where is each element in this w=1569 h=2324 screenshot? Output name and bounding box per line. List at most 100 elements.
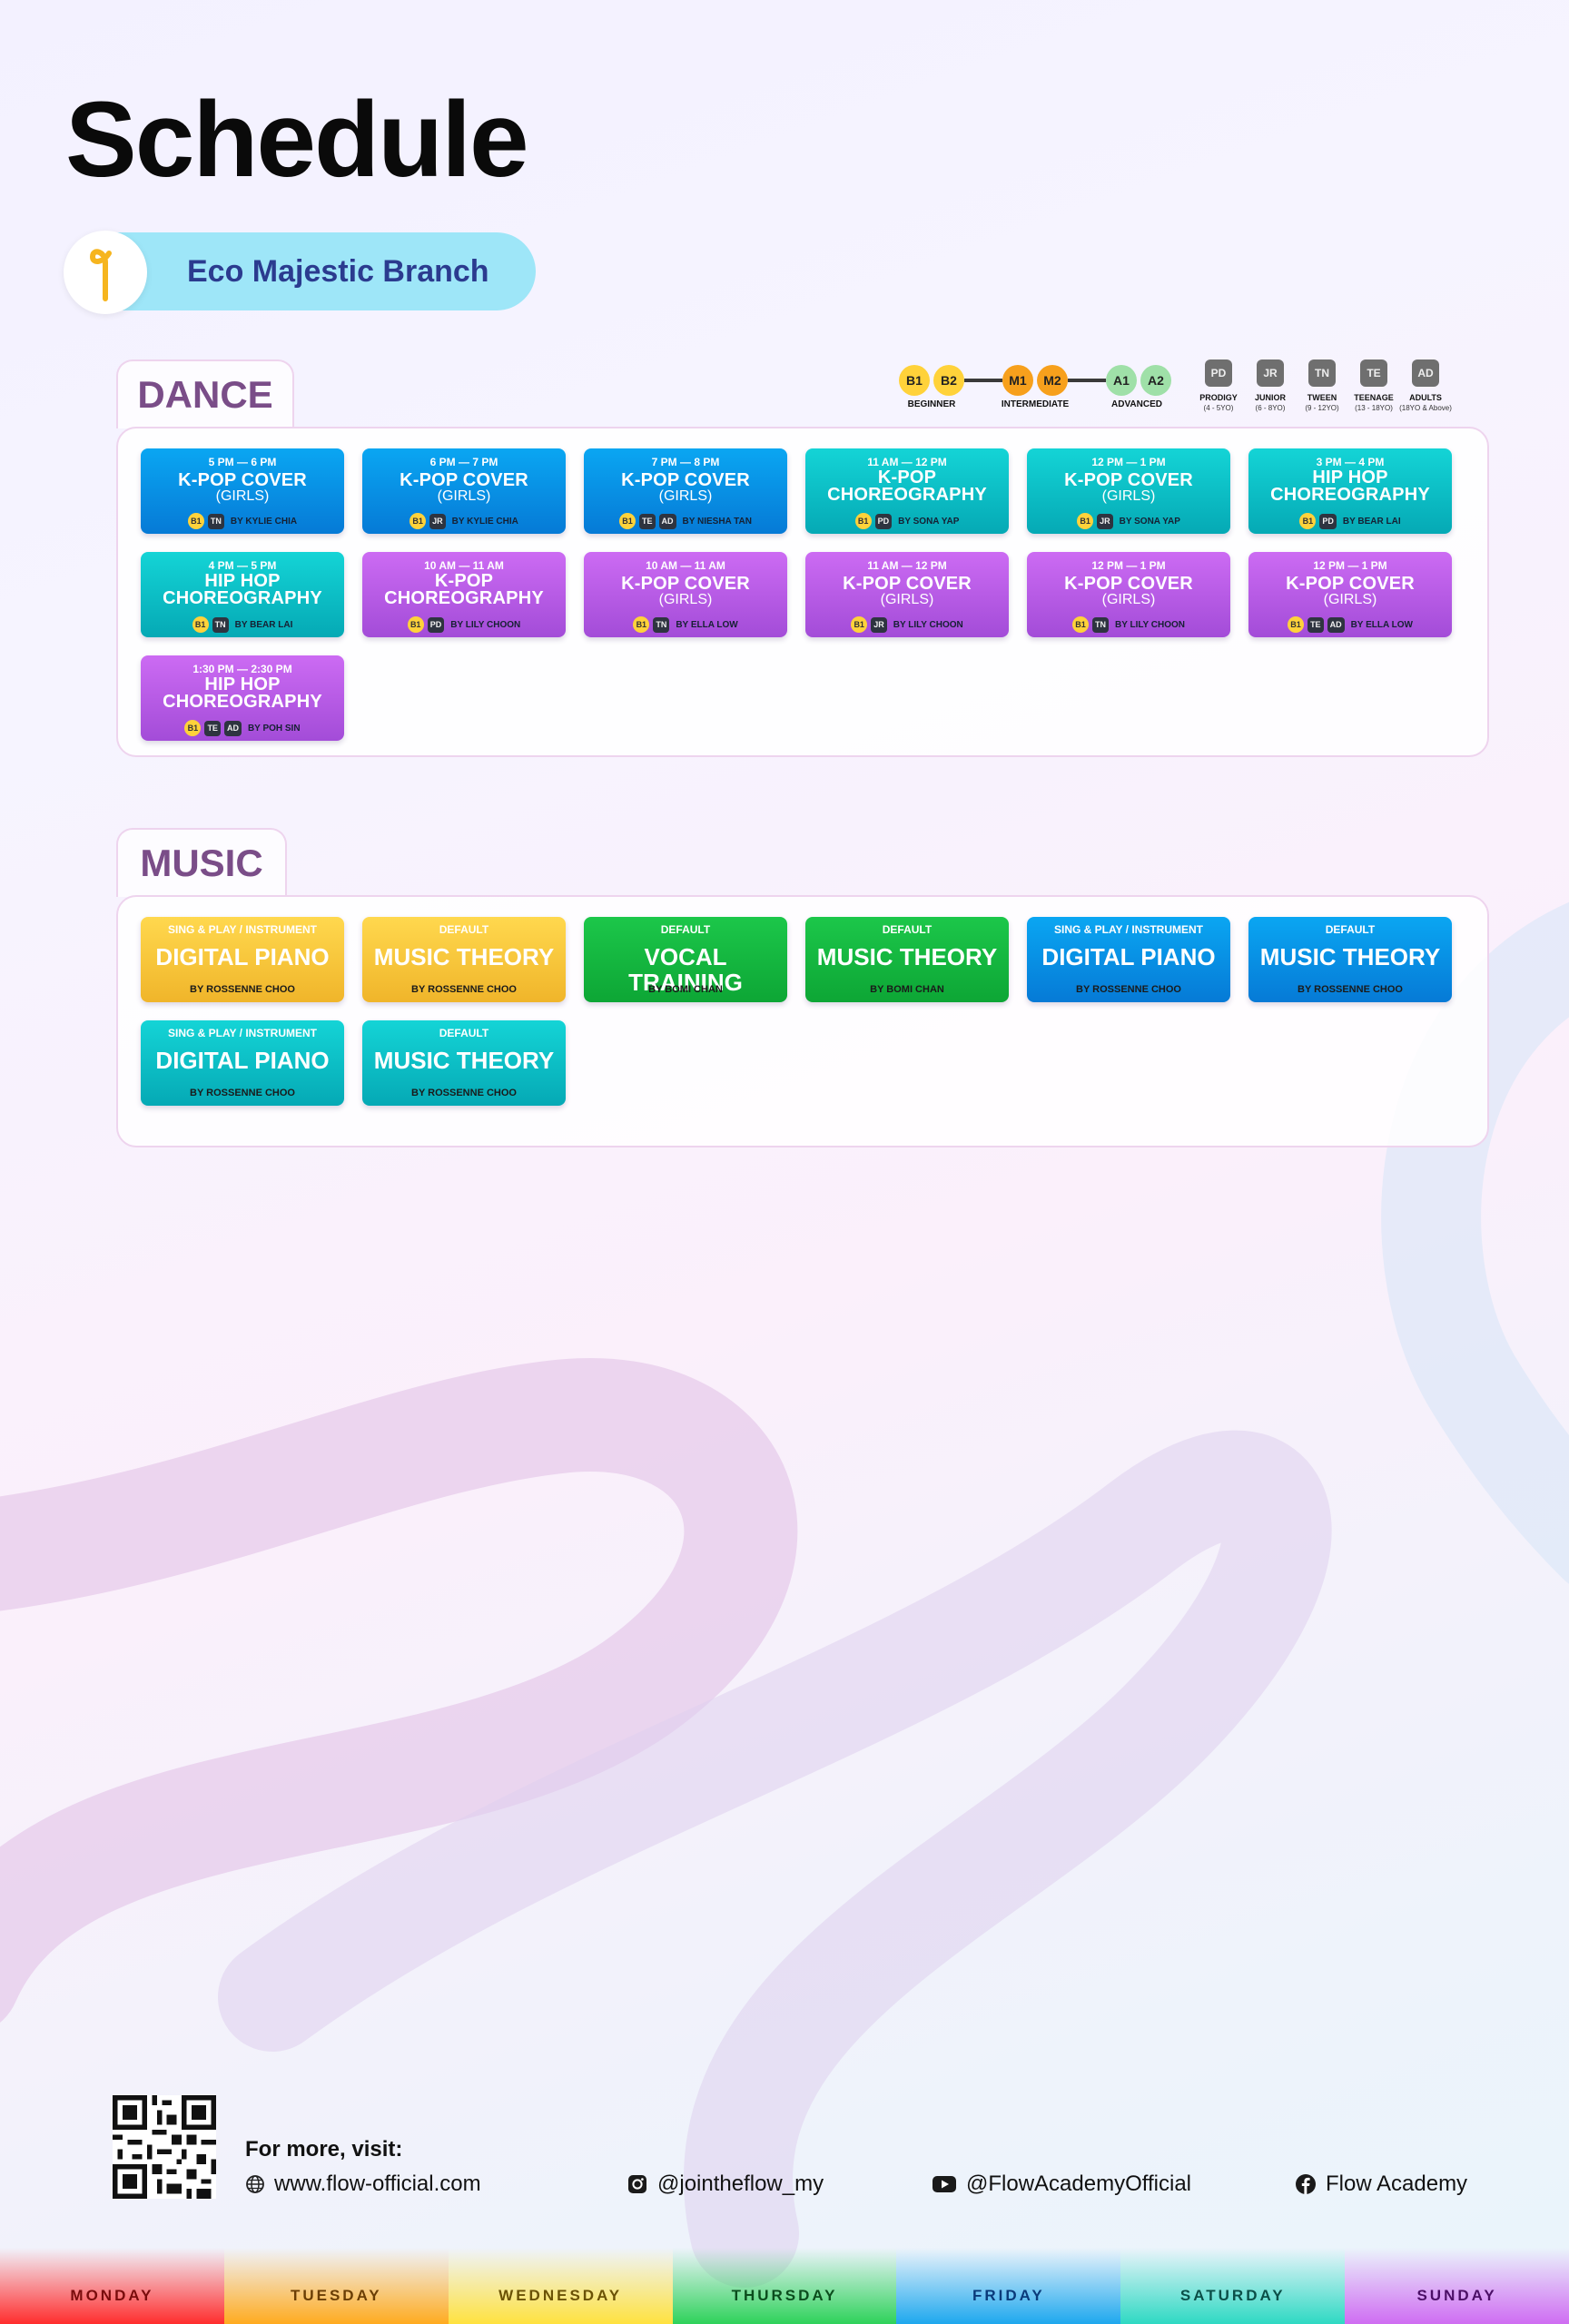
class-subtitle: (GIRLS) [658, 592, 713, 607]
class-title: K-POP COVER [843, 574, 972, 594]
day-tab-wednesday[interactable]: WEDNESDAY [448, 2248, 673, 2324]
instructor-name: BY ELLA LOW [1350, 619, 1413, 630]
day-tab-tuesday[interactable]: TUESDAY [223, 2248, 449, 2324]
dance-class-card[interactable]: 10 AM — 11 AM K-POP COVER (GIRLS) B1 TN BY EL… [584, 552, 787, 637]
day-tab-friday[interactable]: FRIDAY [896, 2248, 1121, 2324]
website-link[interactable]: www.flow-official.com [245, 2171, 481, 2197]
age-badge: TE [204, 720, 221, 736]
music-section-tab: MUSIC [116, 828, 287, 897]
class-time: 12 PM — 1 PM [1313, 559, 1387, 572]
instagram-link[interactable]: @jointheflow_my [627, 2171, 824, 2197]
dance-class-card[interactable]: 11 AM — 12 PM K-POP CHOREOGRAPHY B1 PD BY SO… [805, 448, 1009, 534]
dance-class-card[interactable]: 12 PM — 1 PM K-POP COVER (GIRLS) B1 TE AD BY E… [1248, 552, 1452, 637]
instructor-name: BY LILY CHOON [893, 619, 963, 630]
youtube-handle: @FlowAcademyOfficial [966, 2171, 1191, 2196]
age-ad-range: (18YO & Above) [1399, 404, 1452, 412]
dance-class-card[interactable]: 11 AM — 12 PM K-POP COVER (GIRLS) B1 JR BY LI… [805, 552, 1009, 637]
music-class-card[interactable]: SING & PLAY / INSTRUMENT DIGITAL PIANO BY … [141, 1020, 344, 1106]
instructor-name: BY BOMI CHAN [870, 984, 944, 995]
instructor-name: BY ROSSENNE CHOO [1298, 984, 1403, 995]
dance-class-card[interactable]: 1:30 PM — 2:30 PM HIP HOP CHOREOGRAPHY B1 T… [141, 655, 344, 741]
class-subtitle: (GIRLS) [1323, 592, 1377, 607]
age-tn-badge: TN [1308, 359, 1336, 387]
instructor-name: BY POH SIN [247, 723, 301, 734]
class-time: 10 AM — 11 AM [424, 559, 504, 572]
age-te-badge: TE [1360, 359, 1387, 387]
youtube-link[interactable]: @FlowAcademyOfficial [932, 2171, 1191, 2197]
level-badge: B1 [410, 513, 427, 529]
age-badge: AD [223, 720, 242, 736]
instructor-name: BY KYLIE CHIA [230, 516, 298, 527]
class-title: DIGITAL PIANO [155, 1047, 330, 1074]
class-time: 10 AM — 11 AM [646, 559, 725, 572]
music-class-card[interactable]: DEFAULT MUSIC THEORY BY ROSSENNE CHOO [362, 1020, 566, 1106]
class-category: DEFAULT [439, 923, 489, 936]
class-time: 12 PM — 1 PM [1091, 559, 1166, 572]
qr-code[interactable] [113, 2095, 216, 2199]
class-meta: B1 PD BY SONA YAP [805, 513, 1009, 529]
class-subtitle: (GIRLS) [215, 488, 270, 504]
instagram-handle: @jointheflow_my [657, 2171, 824, 2196]
class-meta: B1 TN BY BEAR LAI [141, 616, 344, 633]
class-title: HIP HOP CHOREOGRAPHY [163, 675, 322, 712]
age-badge: TE [638, 513, 656, 529]
class-title: K-POP COVER [621, 574, 750, 594]
music-class-card[interactable]: SING & PLAY / INSTRUMENT DIGITAL PIANO BY … [141, 917, 344, 1002]
music-class-card[interactable]: DEFAULT VOCAL TRAINING BY BOMI CHAN [584, 917, 787, 1002]
dance-class-card[interactable]: 5 PM — 6 PM K-POP COVER (GIRLS) B1 TN BY KYLI… [141, 448, 344, 534]
class-title: DIGITAL PIANO [1041, 943, 1216, 970]
dance-class-card[interactable]: 3 PM — 4 PM HIP HOP CHOREOGRAPHY B1 PD BY BE… [1248, 448, 1452, 534]
class-meta: B1 TE AD BY POH SIN [141, 720, 344, 736]
age-badge: TN [212, 616, 229, 633]
dance-section-tab: DANCE [116, 359, 294, 428]
level-connector-line [964, 379, 1002, 382]
class-title: K-POP COVER [1064, 470, 1193, 490]
facebook-link[interactable]: Flow Academy [1295, 2171, 1467, 2197]
day-tab-thursday[interactable]: THURSDAY [672, 2248, 897, 2324]
class-meta: B1 TE AD BY NIESHA TAN [584, 513, 787, 529]
class-subtitle: (GIRLS) [880, 592, 934, 607]
class-title: MUSIC THEORY [373, 943, 555, 970]
class-category: DEFAULT [660, 923, 711, 936]
class-subtitle: (GIRLS) [1101, 592, 1156, 607]
instructor-name: BY ROSSENNE CHOO [190, 984, 295, 995]
dance-class-card[interactable]: 6 PM — 7 PM K-POP COVER (GIRLS) B1 JR BY KYLI… [362, 448, 566, 534]
age-badge: PD [1319, 513, 1337, 529]
day-tab-saturday[interactable]: SATURDAY [1120, 2248, 1346, 2324]
class-meta: B1 PD BY BEAR LAI [1248, 513, 1452, 529]
class-time: 6 PM — 7 PM [429, 456, 498, 468]
music-class-card[interactable]: DEFAULT MUSIC THEORY BY ROSSENNE CHOO [1248, 917, 1452, 1002]
dance-section-title: DANCE [137, 373, 273, 416]
website-text: www.flow-official.com [274, 2171, 481, 2196]
instructor-name: BY NIESHA TAN [682, 516, 753, 527]
class-meta: B1 JR BY SONA YAP [1027, 513, 1230, 529]
class-title: MUSIC THEORY [373, 1047, 555, 1074]
class-title: MUSIC THEORY [816, 943, 998, 970]
level-group-intermediate-label: INTERMEDIATE [1001, 399, 1070, 409]
day-tab-monday[interactable]: MONDAY [0, 2248, 224, 2324]
level-badge: B1 [192, 616, 209, 633]
dance-class-card[interactable]: 7 PM — 8 PM K-POP COVER (GIRLS) B1 TE AD BY NI… [584, 448, 787, 534]
class-category: DEFAULT [439, 1027, 489, 1039]
day-tab-sunday[interactable]: SUNDAY [1345, 2248, 1569, 2324]
youtube-icon [933, 2176, 956, 2192]
dance-class-card[interactable]: 10 AM — 11 AM K-POP CHOREOGRAPHY B1 PD BY LI… [362, 552, 566, 637]
instructor-name: BY ROSSENNE CHOO [190, 1088, 295, 1098]
level-badge: B1 [407, 616, 424, 633]
class-meta: B1 JR BY LILY CHOON [805, 616, 1009, 633]
dance-class-card[interactable]: 12 PM — 1 PM K-POP COVER (GIRLS) B1 TN BY LIL… [1027, 552, 1230, 637]
dance-class-card[interactable]: 12 PM — 1 PM K-POP COVER (GIRLS) B1 JR BY SON… [1027, 448, 1230, 534]
music-class-card[interactable]: DEFAULT MUSIC THEORY BY ROSSENNE CHOO [362, 917, 566, 1002]
dance-class-card[interactable]: 4 PM — 5 PM HIP HOP CHOREOGRAPHY B1 TN BY BE… [141, 552, 344, 637]
class-time: 5 PM — 6 PM [208, 456, 277, 468]
age-badge: JR [1097, 513, 1113, 529]
level-connector-line [1068, 379, 1106, 382]
class-title: K-POP CHOREOGRAPHY [384, 571, 544, 608]
music-class-card[interactable]: DEFAULT MUSIC THEORY BY BOMI CHAN [805, 917, 1009, 1002]
music-class-card[interactable]: SING & PLAY / INSTRUMENT DIGITAL PIANO BY … [1027, 917, 1230, 1002]
facebook-name: Flow Academy [1326, 2171, 1468, 2196]
level-badge: B1 [1077, 513, 1094, 529]
class-meta: B1 PD BY LILY CHOON [362, 616, 566, 633]
instructor-name: BY KYLIE CHIA [451, 516, 518, 527]
age-badge: TE [1308, 616, 1324, 633]
